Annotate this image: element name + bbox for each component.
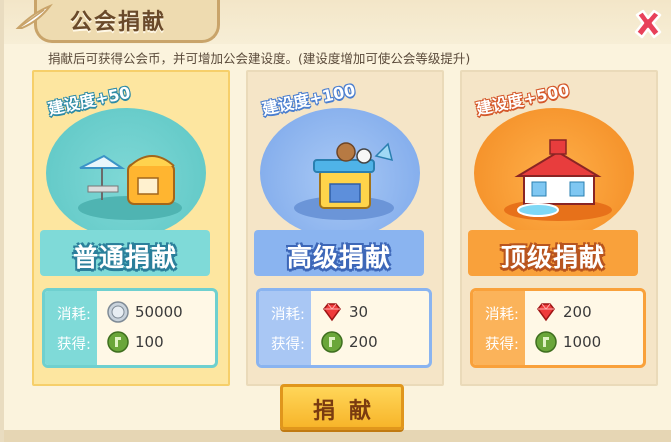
cost-value: 200 bbox=[563, 303, 592, 321]
donate-button-label: 捐献 bbox=[312, 399, 385, 424]
gain-label: 获得: bbox=[57, 337, 91, 353]
cost-label: 消耗: bbox=[271, 307, 305, 323]
cost-label: 消耗: bbox=[485, 307, 519, 323]
gain-label: 获得: bbox=[271, 337, 305, 353]
cost-label: 消耗: bbox=[57, 307, 91, 323]
ruby-gem-icon bbox=[323, 303, 341, 322]
card-advanced-donation[interactable]: 建设度+100 高级捐献 消耗: 获得: 30 200 bbox=[246, 70, 444, 386]
guild-coin-icon bbox=[107, 331, 129, 353]
card-title: 普通捐献 bbox=[72, 243, 177, 272]
shop-building-icon bbox=[78, 154, 182, 220]
gain-value: 200 bbox=[349, 333, 378, 351]
page-title: 公会捐献 bbox=[70, 10, 167, 35]
mansion-building-icon bbox=[504, 139, 612, 221]
card-top-donation[interactable]: 建设度+500 顶级捐献 消耗: 获得: 200 1000 bbox=[460, 70, 658, 386]
card-normal-donation[interactable]: 建设度+50 普通捐献 消耗: 获得: 50000 100 bbox=[32, 70, 230, 386]
reward-box: 消耗: 获得: 30 200 bbox=[256, 288, 432, 368]
gain-value: 1000 bbox=[563, 333, 602, 351]
guild-coin-icon bbox=[535, 331, 557, 353]
donate-button[interactable]: 捐献 bbox=[280, 384, 404, 430]
cost-value: 50000 bbox=[135, 303, 183, 321]
reward-box: 消耗: 获得: 50000 100 bbox=[42, 288, 218, 368]
toy-shop-building-icon bbox=[294, 142, 394, 220]
reward-box: 消耗: 获得: 200 1000 bbox=[470, 288, 646, 368]
guild-coin-icon bbox=[321, 331, 343, 353]
ruby-gem-icon bbox=[537, 303, 555, 322]
quill-icon bbox=[15, 3, 53, 29]
gain-value: 100 bbox=[135, 333, 164, 351]
close-icon[interactable] bbox=[630, 6, 666, 42]
card-title: 高级捐献 bbox=[286, 243, 391, 272]
dialog-bottom-edge bbox=[4, 430, 671, 442]
description-text: 捐献后可获得公会币，并可增加公会建设度。(建设度增加可使公会等级提升) bbox=[48, 51, 471, 66]
donation-dialog: 公会捐献 捐献后可获得公会币，并可增加公会建设度。(建设度增加可使公会等级提升)… bbox=[0, 0, 671, 442]
silver-coin-icon bbox=[107, 301, 129, 323]
cost-value: 30 bbox=[349, 303, 369, 321]
gain-label: 获得: bbox=[485, 337, 519, 353]
card-title: 顶级捐献 bbox=[500, 243, 605, 272]
